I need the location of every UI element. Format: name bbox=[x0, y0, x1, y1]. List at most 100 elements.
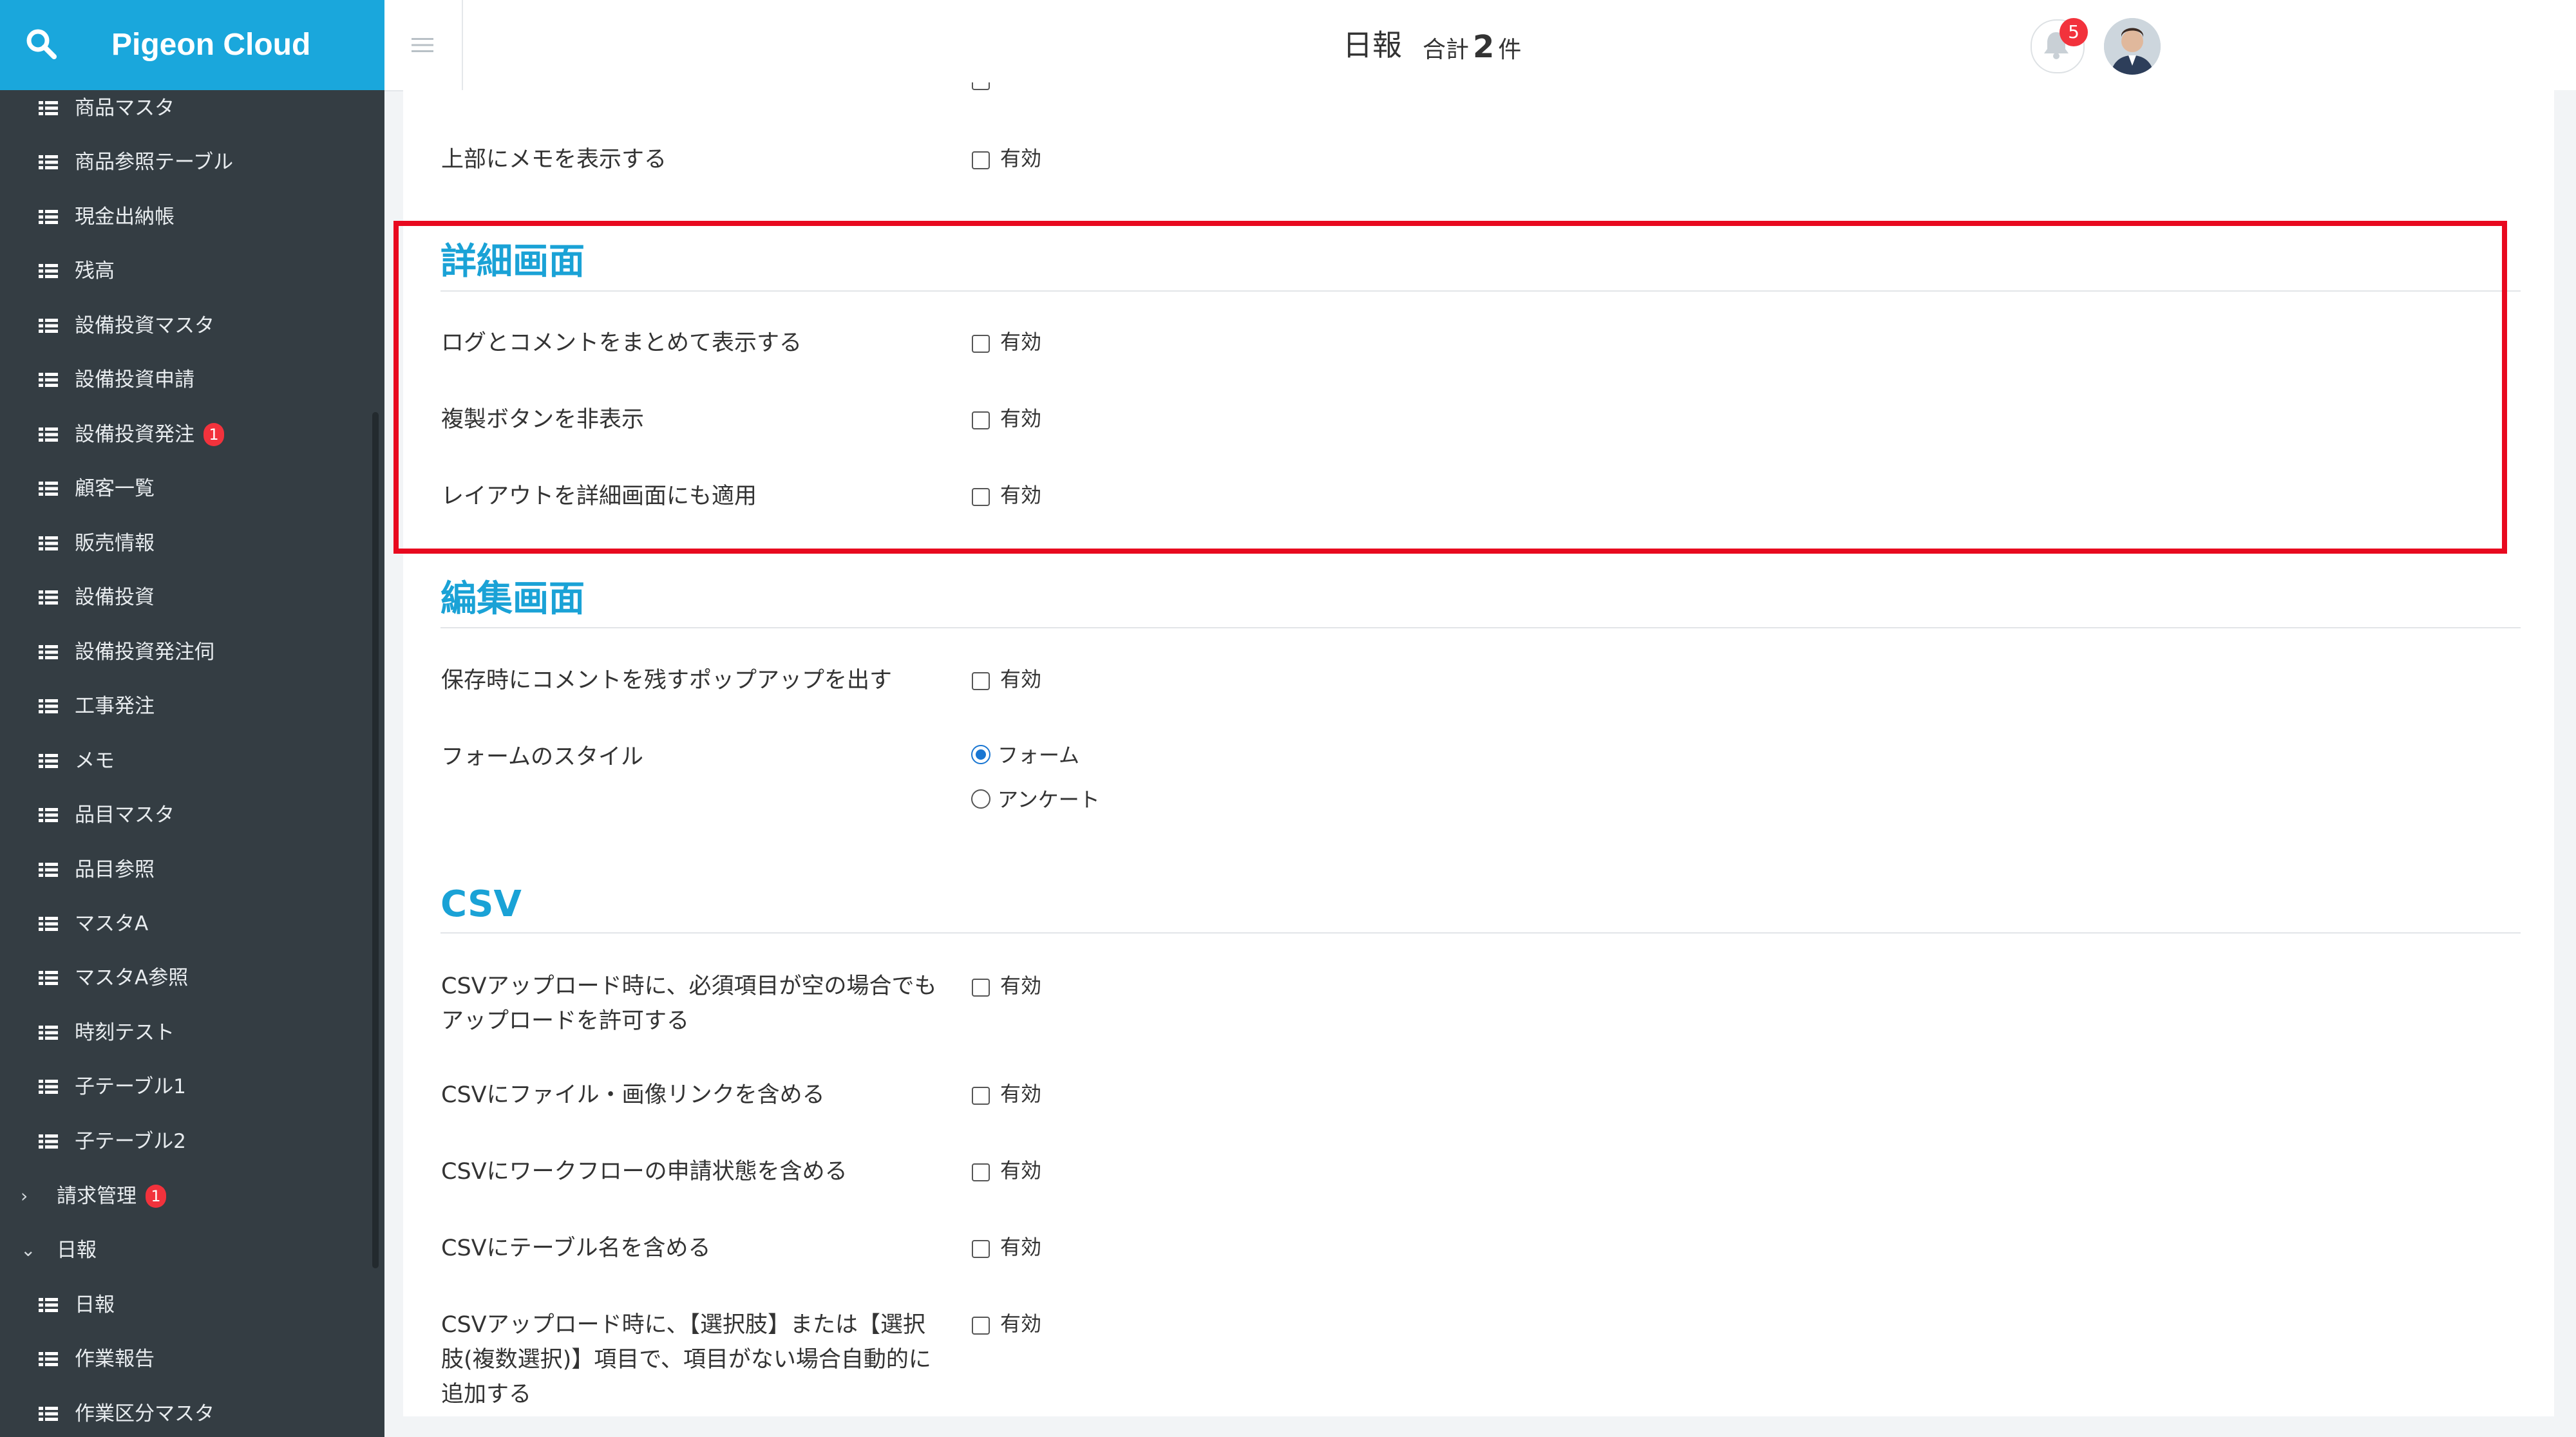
sidebar-item[interactable]: 商品マスタ bbox=[0, 81, 372, 135]
sidebar-item-label: 工事発注 bbox=[75, 695, 155, 718]
sidebar-item[interactable]: 設備投資 bbox=[0, 570, 372, 625]
sidebar-item-label: 商品参照テーブル bbox=[75, 151, 234, 174]
sidebar-item[interactable]: 設備投資マスタ bbox=[0, 299, 372, 353]
sidebar-group-label: 日報 bbox=[57, 1239, 97, 1262]
table-list-icon bbox=[39, 536, 58, 550]
count-badge: 1 bbox=[146, 1184, 166, 1208]
sidebar-scrollbar[interactable] bbox=[372, 412, 379, 1268]
setting-checkbox[interactable] bbox=[972, 1087, 990, 1105]
sidebar-item-label: 現金出納帳 bbox=[75, 205, 175, 229]
sidebar-item[interactable]: 工事発注 bbox=[0, 679, 372, 733]
notification-badge: 5 bbox=[2060, 18, 2088, 46]
total-suffix: 件 bbox=[1498, 37, 1522, 63]
page-margin bbox=[2554, 90, 2576, 1437]
sidebar-item[interactable]: メモ bbox=[0, 734, 372, 788]
sidebar-item[interactable]: 品目マスタ bbox=[0, 788, 372, 842]
sidebar-item-label: 設備投資発注 1 bbox=[75, 408, 224, 462]
record-total: 合計 2 件 bbox=[1423, 0, 1521, 97]
sidebar-item[interactable]: 現金出納帳 bbox=[0, 190, 372, 244]
sidebar-item-label: 作業区分マスタ bbox=[75, 1402, 214, 1425]
sidebar-item[interactable]: 残高 bbox=[0, 244, 372, 298]
sidebar-item-label: マスタA bbox=[75, 912, 149, 935]
sidebar-item[interactable]: 商品参照テーブル bbox=[0, 135, 372, 189]
sidebar-subitem[interactable]: 作業報告 bbox=[0, 1332, 372, 1386]
setting-label: CSVアップロード時に、必須項目が空の場合でも アップロードを許可する bbox=[441, 969, 937, 1038]
setting-label: CSVにテーブル名を含める bbox=[441, 1231, 711, 1266]
sidebar-group-text: 請求管理 bbox=[57, 1185, 137, 1208]
checkbox-label: 有効 bbox=[1000, 1311, 1042, 1336]
setting-checkbox[interactable] bbox=[972, 1240, 990, 1258]
sidebar-group-billing[interactable]: › 請求管理 1 bbox=[0, 1169, 372, 1223]
checkbox-label: 有効 bbox=[1000, 146, 1042, 171]
sidebar-item[interactable]: 設備投資申請 bbox=[0, 353, 372, 407]
setting-label-line: CSVにファイル・画像リンクを含める bbox=[441, 1082, 825, 1108]
setting-checkbox[interactable] bbox=[972, 82, 990, 90]
checkbox-label: 有効 bbox=[1000, 1082, 1042, 1106]
setting-label: CSVアップロード時に、【選択肢】または【選択 肢(複数選択)】項目で、項目がな… bbox=[441, 1308, 931, 1412]
hamburger-menu-icon[interactable] bbox=[412, 35, 433, 55]
sidebar-group-daily-report[interactable]: ⌄ 日報 bbox=[0, 1223, 372, 1277]
chevron-right-icon: › bbox=[21, 1185, 28, 1207]
setting-checkbox[interactable] bbox=[972, 672, 990, 690]
total-count: 2 bbox=[1473, 29, 1495, 65]
table-list-icon bbox=[39, 319, 58, 333]
top-header: 日報 合計 2 件 5 bbox=[384, 0, 2576, 91]
sidebar-item-label: 商品マスタ bbox=[75, 97, 175, 120]
setting-label: CSVにファイル・画像リンクを含める bbox=[441, 1078, 825, 1113]
sidebar-item[interactable]: 設備投資発注 1 bbox=[0, 408, 372, 462]
sidebar-item[interactable]: 品目参照 bbox=[0, 843, 372, 897]
user-avatar[interactable] bbox=[2104, 18, 2161, 75]
sidebar-item-label: 設備投資 bbox=[75, 586, 155, 609]
sidebar-item[interactable]: 販売情報 bbox=[0, 516, 372, 570]
sidebar-item[interactable]: 子テーブル1 bbox=[0, 1060, 372, 1114]
sidebar-item[interactable]: 子テーブル2 bbox=[0, 1114, 372, 1169]
sidebar-item[interactable]: マスタA参照 bbox=[0, 951, 372, 1005]
table-list-icon bbox=[39, 699, 58, 713]
table-list-icon bbox=[39, 808, 58, 822]
sidebar-item[interactable]: 設備投資発注伺 bbox=[0, 625, 372, 679]
sidebar-item-label: 品目マスタ bbox=[75, 803, 175, 827]
setting-checkbox[interactable] bbox=[972, 1163, 990, 1181]
sidebar-item[interactable]: 顧客一覧 bbox=[0, 462, 372, 516]
sidebar-subitem[interactable]: 日報 bbox=[0, 1278, 372, 1332]
sidebar-item[interactable]: マスタA bbox=[0, 897, 372, 951]
table-list-icon bbox=[39, 1026, 58, 1040]
user-avatar-icon bbox=[2104, 18, 2161, 75]
table-list-icon bbox=[39, 1352, 58, 1366]
sidebar-item-text: 設備投資発注 bbox=[75, 423, 194, 446]
sidebar-item-label: 顧客一覧 bbox=[75, 477, 155, 500]
form-style-radio-form[interactable] bbox=[971, 745, 990, 764]
setting-checkbox[interactable] bbox=[972, 151, 990, 169]
app-title: Pigeon Cloud bbox=[111, 28, 311, 62]
sidebar-item-label: メモ bbox=[75, 749, 115, 773]
setting-checkbox[interactable] bbox=[972, 979, 990, 997]
sidebar-item[interactable]: 時刻テスト bbox=[0, 1006, 372, 1060]
section-title: CSV bbox=[440, 883, 522, 925]
sidebar-subitem[interactable]: 作業区分マスタ bbox=[0, 1387, 372, 1437]
table-list-icon bbox=[39, 590, 58, 605]
table-list-icon bbox=[39, 427, 58, 442]
setting-checkbox[interactable] bbox=[972, 1317, 990, 1335]
table-list-icon bbox=[39, 863, 58, 877]
table-list-icon bbox=[39, 1407, 58, 1421]
chevron-down-icon: ⌄ bbox=[21, 1239, 36, 1261]
table-list-icon bbox=[39, 971, 58, 985]
sidebar-item-label: 子テーブル2 bbox=[75, 1130, 186, 1153]
highlight-box bbox=[393, 221, 2507, 554]
setting-label: 保存時にコメントを残すポップアップを出す bbox=[441, 668, 893, 693]
search-icon[interactable] bbox=[24, 27, 58, 61]
sidebar-item-label: 設備投資発注伺 bbox=[75, 641, 214, 664]
setting-label-line: アップロードを許可する bbox=[441, 1008, 690, 1034]
total-prefix: 合計 bbox=[1423, 37, 1470, 63]
sidebar: Pigeon Cloud 商品マスタ 商品参照テーブル 現金出納帳 残高 設備投… bbox=[0, 0, 384, 1437]
setting-label-line: CSVにテーブル名を含める bbox=[441, 1235, 711, 1261]
table-list-icon bbox=[39, 373, 58, 387]
form-style-radio-survey[interactable] bbox=[971, 789, 990, 809]
checkbox-label: 有効 bbox=[1000, 1158, 1042, 1183]
count-badge: 1 bbox=[204, 422, 224, 446]
sidebar-item-label: 日報 bbox=[75, 1293, 115, 1317]
setting-label-line: CSVにワークフローの申請状態を含める bbox=[441, 1159, 848, 1185]
sidebar-item-label: 時刻テスト bbox=[75, 1021, 175, 1044]
section-divider bbox=[440, 932, 2521, 934]
table-list-icon bbox=[39, 482, 58, 496]
